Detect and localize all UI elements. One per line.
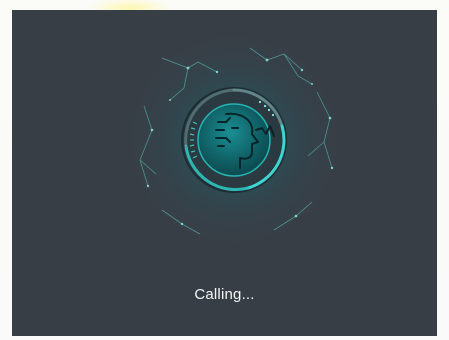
calling-status: Calling... [194,286,255,303]
page: Calling... [0,0,449,340]
calling-screen: Calling... [12,10,437,336]
